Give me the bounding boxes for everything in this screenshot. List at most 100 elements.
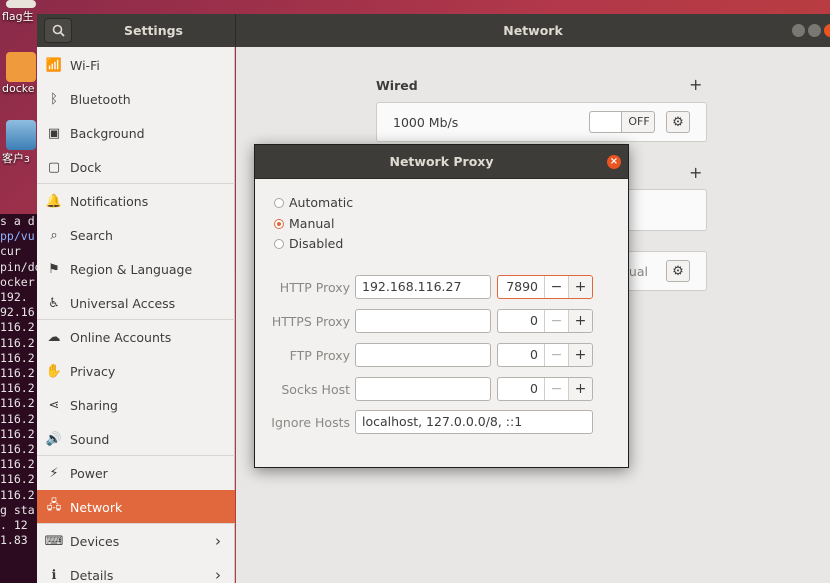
sidebar-item-label: Network	[70, 499, 123, 515]
sidebar-item-label: Notifications	[70, 193, 149, 209]
wired-toggle[interactable]: OFF	[589, 111, 655, 133]
radio-automatic[interactable]: Automatic	[274, 195, 353, 210]
increment-button[interactable]: +	[568, 310, 592, 332]
sidebar-item-wi-fi[interactable]: 📶 Wi-Fi	[37, 48, 235, 82]
radio-label: Manual	[289, 216, 335, 231]
close-window-button[interactable]	[824, 24, 830, 37]
port-value[interactable]: 7890	[498, 276, 544, 298]
app-icon	[6, 120, 36, 150]
http-proxy-label: HTTP Proxy	[279, 280, 350, 295]
hand-icon: ✋	[45, 363, 63, 379]
port-value[interactable]: 0	[498, 344, 544, 366]
share-icon: ⋖	[48, 397, 60, 413]
http-proxy-port-stepper[interactable]: 7890 − +	[497, 275, 593, 299]
terminal-window[interactable]: s a d pp/vu cur pin/do ocker 192. 92.16 116.2…	[0, 214, 40, 583]
terminal-line: 116.2	[0, 320, 35, 335]
socks-host-label: Socks Host	[281, 382, 350, 397]
chevron-right-icon: ›	[215, 566, 221, 583]
decrement-button[interactable]: −	[544, 344, 568, 366]
terminal-line: 116.2	[0, 335, 35, 350]
radio-indicator	[274, 238, 284, 249]
terminal-line: . 12	[0, 518, 28, 533]
https-proxy-port-stepper[interactable]: 0 − +	[497, 309, 593, 333]
terminal-line: 116.2	[0, 457, 35, 472]
bluetooth-icon: ᛒ	[50, 91, 58, 107]
network-icon: 🖧	[46, 498, 62, 513]
desktop-icon-docker[interactable]: docke	[2, 52, 38, 95]
wired-settings-button[interactable]: ⚙	[666, 111, 690, 133]
terminal-line: ocker	[0, 274, 35, 289]
sidebar-item-bluetooth[interactable]: ᛒ Bluetooth	[37, 82, 235, 116]
sidebar-item-universal-access[interactable]: ♿ Universal Access	[37, 286, 235, 320]
sidebar-item-label: Universal Access	[70, 295, 176, 311]
sidebar-item-label: Sound	[70, 431, 110, 447]
sidebar-item-sharing[interactable]: ⋖ Sharing	[37, 388, 235, 422]
ftp-proxy-host-input[interactable]	[355, 343, 491, 367]
port-value[interactable]: 0	[498, 310, 544, 332]
maximize-button[interactable]	[808, 24, 821, 37]
add-vpn-button[interactable]: +	[689, 163, 702, 182]
sidebar-item-sound[interactable]: 🔊 Sound	[37, 422, 235, 456]
http-proxy-host-input[interactable]: 192.168.116.27	[355, 275, 491, 299]
decrement-button[interactable]: −	[544, 310, 568, 332]
toggle-state: OFF	[628, 115, 650, 128]
proxy-settings-button[interactable]: ⚙	[666, 260, 690, 282]
desktop-icon-label: 客户ɜ	[2, 152, 30, 165]
increment-button[interactable]: +	[568, 344, 592, 366]
bell-icon: 🔔	[45, 193, 63, 209]
socks-host-input[interactable]	[355, 377, 491, 401]
increment-button[interactable]: +	[568, 276, 592, 298]
ignore-hosts-input[interactable]: localhost, 127.0.0.0/8, ::1	[355, 410, 593, 434]
dock-icon: ▢	[47, 159, 61, 175]
gear-icon: ⚙	[672, 263, 684, 279]
decrement-button[interactable]: −	[544, 276, 568, 298]
terminal-line: 92.16	[0, 305, 35, 320]
sidebar-item-details[interactable]: ℹ Details ›	[37, 558, 235, 583]
file-icon	[6, 0, 36, 8]
speaker-icon: 🔊	[45, 431, 63, 447]
terminal-line: 116.2	[0, 411, 35, 426]
sidebar-item-background[interactable]: ▣ Background	[37, 116, 235, 150]
terminal-line: pp/vu	[0, 229, 35, 244]
sidebar-item-devices[interactable]: ⌨ Devices ›	[37, 524, 235, 558]
sidebar-item-privacy[interactable]: ✋ Privacy	[37, 354, 235, 388]
terminal-line: 116.2	[0, 366, 35, 381]
https-proxy-host-input[interactable]	[355, 309, 491, 333]
sidebar-item-network[interactable]: 🖧 Network	[37, 490, 235, 524]
add-wired-button[interactable]: +	[689, 75, 702, 94]
sidebar-item-label: Background	[70, 125, 145, 141]
sidebar-item-region-language[interactable]: ⚑ Region & Language	[37, 252, 235, 286]
sidebar-item-label: Devices	[70, 533, 120, 549]
search-icon	[52, 24, 65, 37]
ignore-hosts-label: Ignore Hosts	[271, 415, 350, 430]
port-value[interactable]: 0	[498, 378, 544, 400]
sidebar: 📶 Wi-Fi ᛒ Bluetooth ▣ Background ▢ Dock 🔔 Notific…	[37, 47, 235, 583]
close-icon[interactable]: ×	[607, 155, 621, 169]
accessibility-icon: ♿	[48, 295, 60, 311]
increment-button[interactable]: +	[568, 378, 592, 400]
sidebar-item-search[interactable]: ⌕ Search	[37, 218, 235, 252]
terminal-line: 116.2	[0, 381, 35, 396]
https-proxy-label: HTTPS Proxy	[271, 314, 350, 329]
sidebar-item-dock[interactable]: ▢ Dock	[37, 150, 235, 184]
terminal-line: cur	[0, 244, 21, 259]
radio-manual[interactable]: Manual	[274, 216, 334, 231]
sidebar-item-notifications[interactable]: 🔔 Notifications	[37, 184, 235, 218]
sidebar-item-power[interactable]: ⚡ Power	[37, 456, 235, 490]
search-button[interactable]	[44, 18, 72, 43]
sidebar-item-online-accounts[interactable]: ☁ Online Accounts	[37, 320, 235, 354]
chevron-right-icon: ›	[215, 532, 221, 550]
minimize-button[interactable]	[792, 24, 805, 37]
sidebar-item-label: Online Accounts	[70, 329, 172, 345]
sidebar-item-label: Power	[70, 465, 108, 481]
radio-disabled[interactable]: Disabled	[274, 236, 343, 251]
sidebar-item-label: Bluetooth	[70, 91, 131, 107]
socks-port-stepper[interactable]: 0 − +	[497, 377, 593, 401]
decrement-button[interactable]: −	[544, 378, 568, 400]
terminal-line: 116.2	[0, 472, 35, 487]
ftp-proxy-port-stepper[interactable]: 0 − +	[497, 343, 593, 367]
desktop-icon-label: flag生	[2, 10, 34, 23]
desktop-icon-flag[interactable]: flag生	[2, 0, 38, 24]
desktop-icon-client[interactable]: 客户ɜ	[2, 120, 38, 166]
wired-speed: 1000 Mb/s	[393, 115, 459, 130]
